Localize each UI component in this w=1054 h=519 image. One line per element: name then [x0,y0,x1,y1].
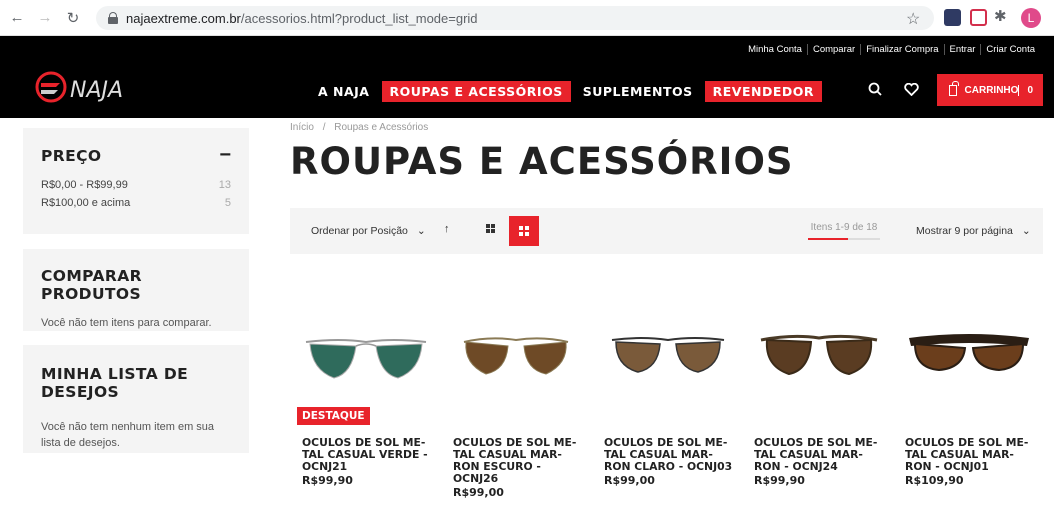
product-card[interactable] [602,318,740,393]
product-toolbar: Ordenar por Posição ⌄ ↑ Itens 1-9 de 18 … [290,208,1043,254]
link-create-account[interactable]: Criar Conta [980,44,1040,55]
product-image[interactable] [300,318,432,388]
wishlist-block: MINHA LISTA DE DESEJOS Você não tem nenh… [23,345,249,453]
shopping-bag-icon [949,80,959,96]
reload-icon[interactable]: ↻ [62,7,84,29]
link-checkout[interactable]: Finalizar Compra [860,44,943,55]
top-links: Minha Conta Comparar Finalizar Compra En… [743,44,1040,55]
chevron-down-icon: ⌄ [416,225,426,237]
page-title: ROUPAS E ACESSÓRIOS [290,140,794,183]
filter-option-label[interactable]: R$100,00 e acima [41,197,130,209]
sort-select-label: Ordenar por Posição [311,225,408,237]
product-price: R$99,90 [754,474,805,487]
link-login[interactable]: Entrar [943,44,981,55]
product-card[interactable] [450,318,588,393]
svg-text:NAJA: NAJA [70,78,123,103]
url-host: najaextreme.com.br [126,10,241,26]
product-card-0[interactable]: OCULOS DE SOL ME-TAL CASUAL VERDE - OCNJ… [302,437,434,487]
back-icon[interactable]: ← [6,7,28,29]
cart-label: CARRINHO [964,84,1019,96]
items-progress [808,238,880,240]
filter-option[interactable]: R$0,00 - R$99,99 13 [41,179,231,191]
breadcrumb-current: Roupas e Acessórios [334,122,429,133]
extension-icon[interactable] [970,9,987,26]
product-card-1[interactable]: OCULOS DE SOL ME-TAL CASUAL MAR-RON ESCU… [453,437,585,499]
forward-icon[interactable]: → [34,7,56,29]
product-card-2[interactable]: OCULOS DE SOL ME-TAL CASUAL MAR-RON CLAR… [604,437,736,487]
product-name[interactable]: OCULOS DE SOL ME-TAL CASUAL MAR-RON - OC… [905,437,1037,473]
address-bar[interactable]: najaextreme.com.br/acessorios.html?produ… [96,6,934,30]
url-path: /acessorios.html?product_list_mode=grid [240,10,478,26]
breadcrumb: Início / Roupas e Acessórios [290,122,428,133]
filter-option-count: 13 [218,179,231,191]
compare-empty-text: Você não tem itens para comparar. [41,317,212,329]
product-price: R$99,90 [302,474,353,487]
grid-mode-icon[interactable] [509,216,539,246]
compare-block: COMPARAR PRODUTOS Você não tem itens par… [23,249,249,331]
product-card[interactable] [903,318,1041,393]
site-header: Minha Conta Comparar Finalizar Compra En… [0,36,1054,118]
chevron-down-icon: ⌄ [1021,225,1031,237]
filter-option[interactable]: R$100,00 e acima 5 [41,197,231,209]
per-page-label: Mostrar 9 por página [916,225,1013,237]
product-card-4[interactable]: OCULOS DE SOL ME-TAL CASUAL MAR-RON - OC… [905,437,1037,487]
price-filter: PREÇO − R$0,00 - R$99,99 13 R$100,00 e a… [23,128,249,234]
compare-title: COMPARAR PRODUTOS [41,267,142,303]
nav-roupas-acessorios[interactable]: ROUPAS E ACESSÓRIOS [381,81,571,102]
product-price: R$99,00 [604,474,655,487]
product-price: R$99,00 [453,486,504,499]
per-page-select[interactable]: Mostrar 9 por página ⌄ [916,225,1031,237]
filter-option-count: 5 [224,197,231,209]
sort-direction-arrow-icon[interactable]: ↑ [444,223,450,235]
list-mode-icon[interactable] [486,224,496,234]
bookmark-star-icon[interactable]: ☆ [906,9,920,29]
price-filter-title: PREÇO [41,146,102,165]
product-image[interactable] [903,318,1035,388]
breadcrumb-separator: / [322,122,326,133]
link-my-account[interactable]: Minha Conta [743,44,807,55]
featured-badge: DESTAQUE [297,407,370,425]
nav-suplementos[interactable]: SUPLEMENTOS [575,81,701,102]
extension-icon[interactable] [944,9,961,26]
wishlist-title: MINHA LISTA DE DESEJOS [41,365,189,401]
wishlist-empty-text: Você não tem nenhum item em sua lista de… [41,421,215,449]
lock-icon [108,12,118,24]
search-icon[interactable] [868,82,882,96]
browser-toolbar: ← → ↻ najaextreme.com.br/acessorios.html… [0,0,1054,36]
product-card[interactable] [300,318,438,393]
sort-select[interactable]: Ordenar por Posição ⌄ [311,225,426,237]
nav-a-naja[interactable]: A NAJA [310,81,378,102]
heart-icon[interactable] [904,83,919,96]
link-compare[interactable]: Comparar [806,44,860,55]
nav-revendedor[interactable]: REVENDEDOR [704,81,823,102]
product-card[interactable] [753,318,891,393]
breadcrumb-home[interactable]: Início [290,122,314,133]
product-name[interactable]: OCULOS DE SOL ME-TAL CASUAL VERDE - OCNJ… [302,437,434,473]
product-image[interactable] [602,318,734,388]
product-image[interactable] [450,318,582,388]
collapse-icon[interactable]: − [219,144,231,167]
product-price: R$109,90 [905,474,964,487]
product-name[interactable]: OCULOS DE SOL ME-TAL CASUAL MAR-RON CLAR… [604,437,736,473]
naja-logo[interactable]: NAJA [34,70,144,104]
filter-option-label[interactable]: R$0,00 - R$99,99 [41,179,128,191]
puzzle-icon[interactable]: ✱ [994,7,1007,25]
product-image[interactable] [753,318,885,388]
product-card-3[interactable]: OCULOS DE SOL ME-TAL CASUAL MAR-RON - OC… [754,437,886,487]
product-name[interactable]: OCULOS DE SOL ME-TAL CASUAL MAR-RON - OC… [754,437,886,473]
main-nav: A NAJA ROUPAS E ACESSÓRIOS SUPLEMENTOS R… [310,81,826,102]
cart-count: 0 [1018,84,1043,96]
cart-button[interactable]: CARRINHO 0 [937,74,1043,106]
items-count: Itens 1-9 de 18 [810,222,878,233]
profile-avatar[interactable]: L [1021,8,1041,28]
product-name[interactable]: OCULOS DE SOL ME-TAL CASUAL MAR-RON ESCU… [453,437,585,485]
